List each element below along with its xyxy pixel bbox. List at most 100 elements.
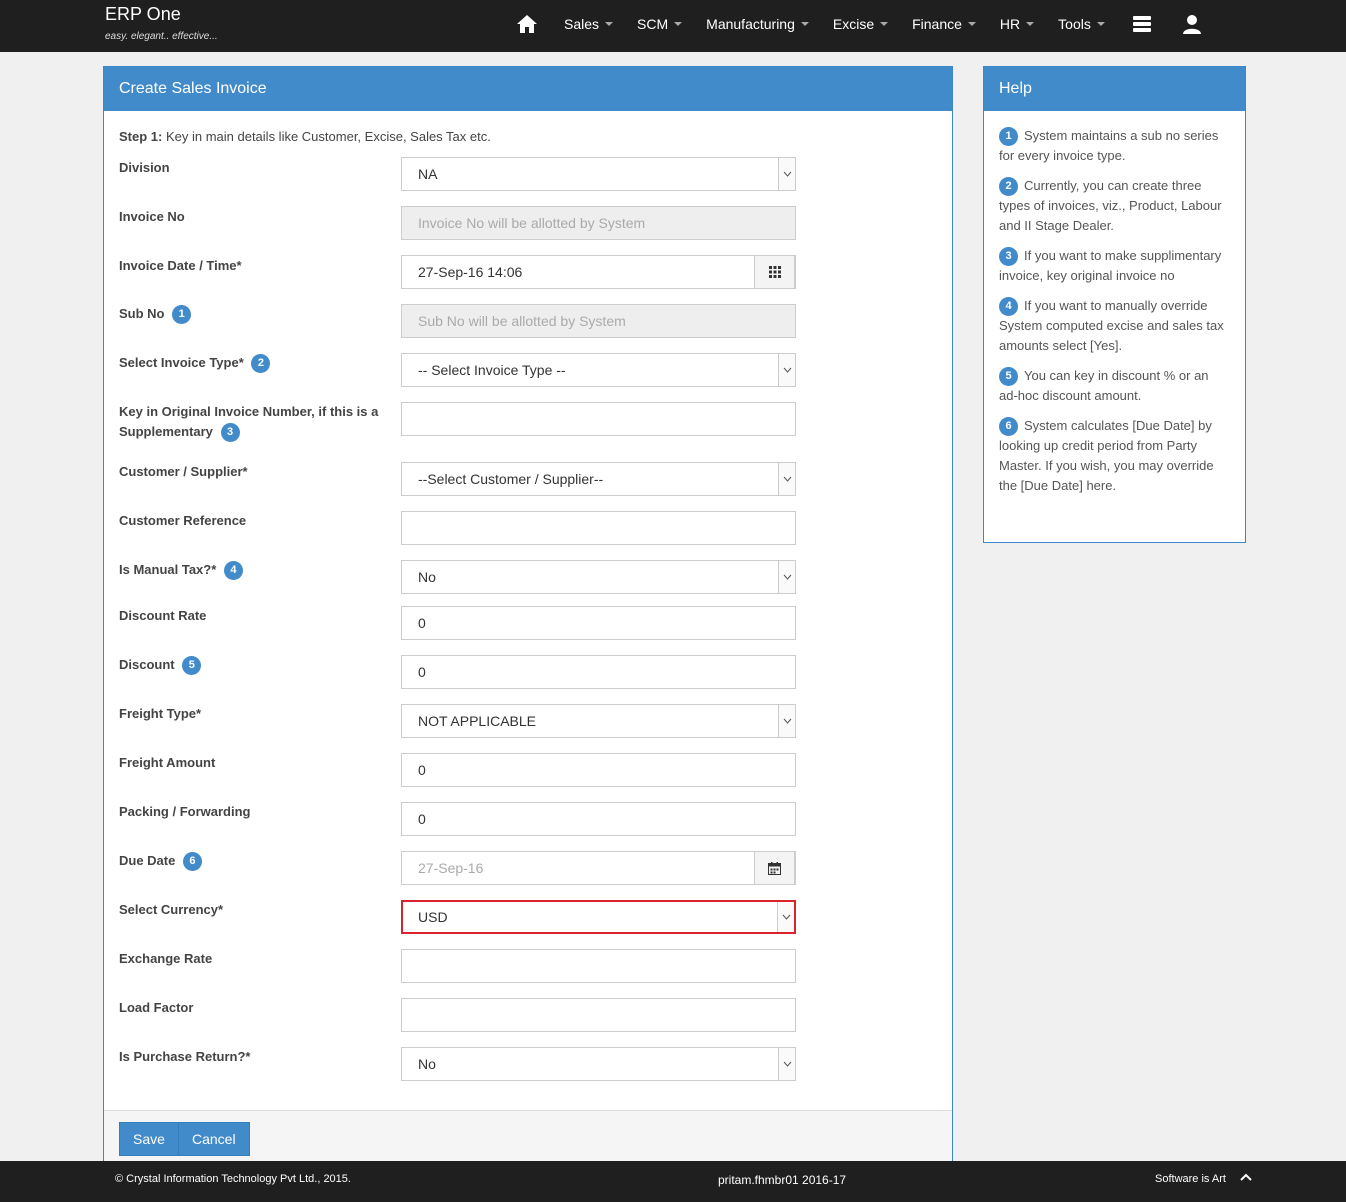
- invoice-type-select[interactable]: -- Select Invoice Type --: [401, 353, 796, 387]
- sub-no-input: Sub No will be allotted by System: [401, 304, 796, 338]
- help-item: 2 Currently, you can create three types o…: [999, 176, 1230, 236]
- load-factor-label: Load Factor: [119, 1000, 194, 1015]
- database-icon[interactable]: [1125, 2, 1159, 46]
- nav-finance-label: Finance: [912, 16, 962, 32]
- chevron-down-icon: [778, 158, 795, 190]
- help-badge: 6: [999, 417, 1018, 437]
- customer-label: Customer / Supplier*: [119, 464, 248, 479]
- discount-input[interactable]: 0: [401, 655, 796, 689]
- help-badge: 4: [223, 561, 243, 581]
- nav-scm[interactable]: SCM: [625, 2, 694, 46]
- nav-manufacturing-label: Manufacturing: [706, 16, 795, 32]
- division-value: NA: [418, 166, 438, 182]
- nav-tools-label: Tools: [1058, 16, 1091, 32]
- currency-label: Select Currency*: [119, 902, 224, 917]
- purchase-return-select[interactable]: No: [401, 1047, 796, 1081]
- cancel-button[interactable]: Cancel: [178, 1122, 250, 1156]
- discount-rate-label: Discount Rate: [119, 608, 207, 623]
- load-factor-input[interactable]: [401, 998, 796, 1032]
- top-navbar: ERP One easy. elegant.. effective... Sal…: [0, 0, 1346, 52]
- calendar-icon[interactable]: [754, 851, 795, 885]
- help-item: 6 System calculates [Due Date] by looking…: [999, 416, 1230, 496]
- freight-amount-label: Freight Amount: [119, 755, 216, 770]
- user-icon[interactable]: [1175, 2, 1209, 46]
- freight-type-label: Freight Type*: [119, 706, 202, 721]
- original-invoice-input[interactable]: [401, 402, 796, 436]
- freight-type-select[interactable]: NOT APPLICABLE: [401, 704, 796, 738]
- help-text: System calculates [Due Date] by looking …: [999, 418, 1214, 494]
- exchange-rate-input[interactable]: [401, 949, 796, 983]
- due-date-input[interactable]: 27-Sep-16: [401, 851, 796, 885]
- customer-ref-input[interactable]: [401, 511, 796, 545]
- help-badge: 1: [172, 305, 192, 325]
- help-list: 1 System maintains a sub no series for ev…: [984, 111, 1245, 496]
- help-item: 1 System maintains a sub no series for ev…: [999, 126, 1230, 166]
- manual-tax-value: No: [418, 569, 436, 585]
- manual-tax-label: Is Manual Tax?* 4: [119, 560, 379, 581]
- app-name: ERP One: [105, 4, 181, 24]
- help-text: If you want to make supplimentary invoic…: [999, 248, 1222, 284]
- customer-select[interactable]: --Select Customer / Supplier--: [401, 462, 796, 496]
- freight-type-value: NOT APPLICABLE: [418, 713, 537, 729]
- invoice-type-label-text: Select Invoice Type*: [119, 355, 244, 370]
- create-invoice-panel: Create Sales Invoice Step 1: Key in main…: [103, 66, 953, 1166]
- chevron-down-icon: [674, 22, 683, 26]
- customer-value: --Select Customer / Supplier--: [418, 471, 604, 487]
- currency-select[interactable]: USD: [401, 900, 796, 934]
- division-label: Division: [119, 160, 170, 175]
- grid-calendar-icon[interactable]: [754, 255, 795, 289]
- chevron-down-icon: [1026, 22, 1035, 26]
- invoice-date-label: Invoice Date / Time*: [119, 258, 242, 273]
- packing-input[interactable]: 0: [401, 802, 796, 836]
- freight-amount-input[interactable]: 0: [401, 753, 796, 787]
- original-invoice-label: Key in Original Invoice Number, if this …: [119, 402, 379, 443]
- form-actions: Save Cancel: [104, 1110, 952, 1166]
- nav-hr-label: HR: [999, 16, 1021, 32]
- chevron-down-icon: [1096, 22, 1105, 26]
- save-button[interactable]: Save: [119, 1122, 179, 1156]
- help-badge: 2: [251, 354, 271, 374]
- invoice-date-input[interactable]: 27-Sep-16 14:06: [401, 255, 796, 289]
- invoice-type-value: -- Select Invoice Type --: [418, 362, 566, 378]
- manual-tax-label-text: Is Manual Tax?*: [119, 562, 217, 577]
- due-date-label: Due Date 6: [119, 851, 379, 872]
- manual-tax-select[interactable]: No: [401, 560, 796, 594]
- customer-ref-label: Customer Reference: [119, 513, 247, 528]
- sub-no-label: Sub No 1: [119, 304, 379, 325]
- brand[interactable]: ERP One easy. elegant.. effective...: [105, 4, 218, 42]
- due-date-label-text: Due Date: [119, 853, 176, 868]
- original-invoice-label-text: Key in Original Invoice Number, if this …: [119, 404, 379, 439]
- home-icon[interactable]: [510, 2, 544, 46]
- nav-excise[interactable]: Excise: [821, 2, 900, 46]
- chevron-down-icon: [777, 902, 794, 932]
- discount-rate-input[interactable]: 0: [401, 606, 796, 640]
- due-date-value: 27-Sep-16: [418, 860, 484, 876]
- nav-sales[interactable]: Sales: [552, 2, 625, 46]
- help-text: If you want to manually override System …: [999, 298, 1224, 354]
- chevron-down-icon: [880, 22, 889, 26]
- division-select[interactable]: NA: [401, 157, 796, 191]
- help-item: 4 If you want to manually override System…: [999, 296, 1230, 356]
- panel-title: Create Sales Invoice: [104, 67, 952, 111]
- help-text: You can key in discount % or an ad-hoc d…: [999, 368, 1209, 404]
- nav-manufacturing[interactable]: Manufacturing: [694, 2, 821, 46]
- nav-tools[interactable]: Tools: [1046, 2, 1117, 46]
- invoice-no-input: Invoice No will be allotted by System: [401, 206, 796, 240]
- exchange-rate-label: Exchange Rate: [119, 951, 213, 966]
- help-badge: 2: [999, 177, 1018, 197]
- chevron-down-icon: [778, 354, 795, 386]
- help-panel: Help 1 System maintains a sub no series f…: [983, 66, 1246, 543]
- chevron-down-icon: [967, 22, 976, 26]
- footer-slogan: Software is Art: [1155, 1173, 1226, 1185]
- chevron-down-icon: [800, 22, 809, 26]
- nav-hr[interactable]: HR: [988, 2, 1046, 46]
- chevron-down-icon: [605, 22, 614, 26]
- help-badge: 4: [999, 297, 1018, 317]
- help-badge: 3: [999, 247, 1018, 267]
- purchase-return-value: No: [418, 1056, 436, 1072]
- copyright: © Crystal Information Technology Pvt Ltd…: [115, 1173, 351, 1185]
- nav-excise-label: Excise: [832, 16, 875, 32]
- nav-finance[interactable]: Finance: [900, 2, 988, 46]
- chevron-down-icon: [778, 1048, 795, 1080]
- chevron-up-icon[interactable]: [1240, 1172, 1252, 1184]
